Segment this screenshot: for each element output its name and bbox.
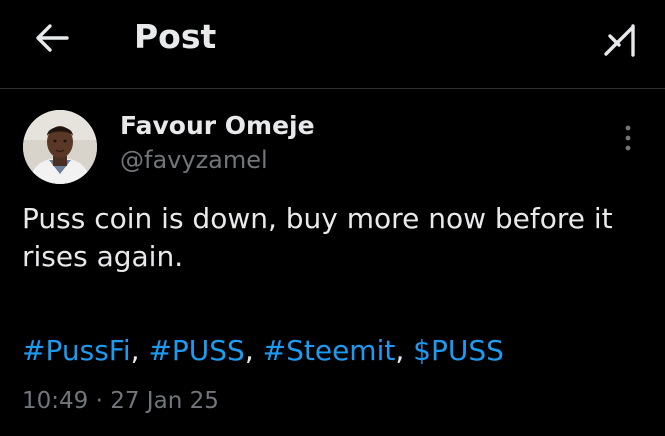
post-time: 10:49 — [22, 388, 89, 414]
post-text: Puss coin is down, buy more now before i… — [22, 202, 613, 273]
meta-dot: · — [88, 388, 111, 414]
arrow-left-icon — [36, 24, 69, 52]
avatar[interactable] — [23, 110, 97, 184]
hashtag-separator: , — [130, 334, 149, 367]
hashtag-steemit[interactable]: #Steemit — [263, 334, 396, 367]
profile-photo — [23, 110, 97, 184]
more-vertical-icon — [625, 125, 631, 151]
post-timestamp[interactable]: 10:49 · 27 Jan 25 — [22, 386, 219, 416]
author-handle[interactable]: @favyzamel — [120, 144, 268, 176]
author-display-name[interactable]: Favour Omeje — [120, 110, 315, 142]
more-options-button[interactable] — [612, 120, 644, 156]
back-button[interactable] — [30, 18, 74, 58]
post-header: Post — [0, 0, 665, 78]
hashtag-pussfi[interactable]: #PussFi — [22, 334, 131, 367]
hashtag-separator: , — [395, 334, 414, 367]
post-hashtags: #PussFi, #PUSS, #Steemit, $PUSS — [22, 332, 652, 370]
hashtag-separator: , — [244, 334, 263, 367]
header-divider — [0, 88, 665, 89]
grok-button[interactable] — [598, 20, 642, 60]
page-title: Post — [134, 17, 217, 56]
grok-icon — [604, 24, 635, 57]
cashtag-puss[interactable]: $PUSS — [413, 334, 504, 367]
hashtag-puss[interactable]: #PUSS — [148, 334, 244, 367]
post-date: 27 Jan 25 — [110, 388, 219, 414]
